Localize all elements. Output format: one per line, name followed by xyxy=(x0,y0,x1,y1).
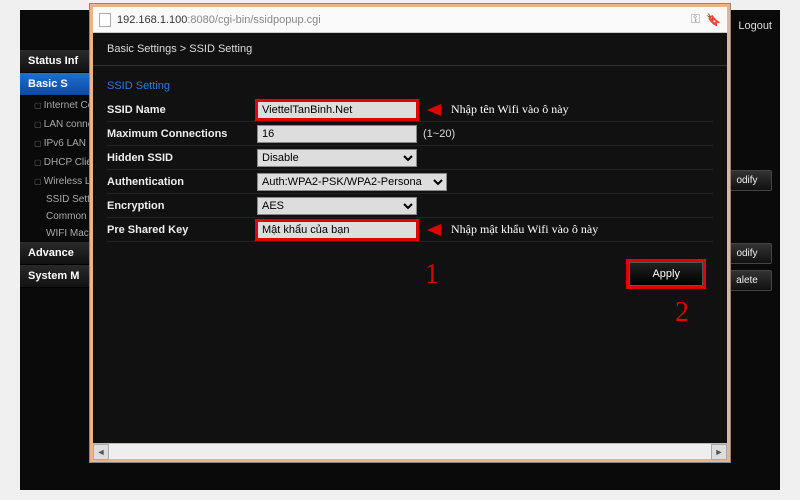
row-auth: Authentication Auth:WPA2-PSK/WPA2-Person… xyxy=(107,170,713,194)
arrow-icon xyxy=(427,104,441,116)
bookmark-icon[interactable]: 🔖 xyxy=(706,13,721,27)
page-icon xyxy=(99,13,111,27)
breadcrumb: Basic Settings > SSID Setting xyxy=(93,33,727,66)
ssid-form: SSID Name Nhập tên Wifi vào ô này Maximu… xyxy=(93,98,727,242)
callout-1: 1 xyxy=(425,259,439,291)
popup-body: Basic Settings > SSID Setting SSID Setti… xyxy=(93,33,727,443)
section-title: SSID Setting xyxy=(93,66,727,98)
arrow-icon xyxy=(427,224,441,236)
row-max-conn: Maximum Connections (1~20) xyxy=(107,122,713,146)
horizontal-scrollbar[interactable]: ◄ ► xyxy=(93,443,727,459)
ssid-popup-window: 192.168.1.100:8080/cgi-bin/ssidpopup.cgi… xyxy=(90,4,730,462)
row-hidden-ssid: Hidden SSID Disable xyxy=(107,146,713,170)
annotation-ssid: Nhập tên Wifi vào ô này xyxy=(451,102,569,117)
auth-select[interactable]: Auth:WPA2-PSK/WPA2-Persona xyxy=(257,173,447,191)
hidden-ssid-select[interactable]: Disable xyxy=(257,149,417,167)
address-bar: 192.168.1.100:8080/cgi-bin/ssidpopup.cgi… xyxy=(93,7,727,33)
row-psk: Pre Shared Key Nhập mật khẩu Wifi vào ô … xyxy=(107,218,713,242)
label-auth: Authentication xyxy=(107,176,257,188)
max-conn-hint: (1~20) xyxy=(423,128,455,140)
logout-link[interactable]: Logout xyxy=(738,20,772,32)
ssid-name-input[interactable] xyxy=(257,101,417,119)
label-encryption: Encryption xyxy=(107,200,257,212)
apply-button[interactable]: Apply xyxy=(629,262,703,286)
label-max-conn: Maximum Connections xyxy=(107,128,257,140)
row-ssid-name: SSID Name Nhập tên Wifi vào ô này xyxy=(107,98,713,122)
url-text[interactable]: 192.168.1.100:8080/cgi-bin/ssidpopup.cgi xyxy=(117,14,321,26)
scroll-left-icon[interactable]: ◄ xyxy=(93,444,109,460)
psk-input[interactable] xyxy=(257,221,417,239)
scroll-right-icon[interactable]: ► xyxy=(711,444,727,460)
key-icon: ⚿ xyxy=(691,12,700,27)
label-hidden-ssid: Hidden SSID xyxy=(107,152,257,164)
callout-2: 2 xyxy=(675,297,689,329)
row-encryption: Encryption AES xyxy=(107,194,713,218)
max-conn-input[interactable] xyxy=(257,125,417,143)
annotation-psk: Nhập mật khẩu Wifi vào ô này xyxy=(451,222,598,237)
label-ssid-name: SSID Name xyxy=(107,104,257,116)
label-psk: Pre Shared Key xyxy=(107,224,257,236)
encryption-select[interactable]: AES xyxy=(257,197,417,215)
